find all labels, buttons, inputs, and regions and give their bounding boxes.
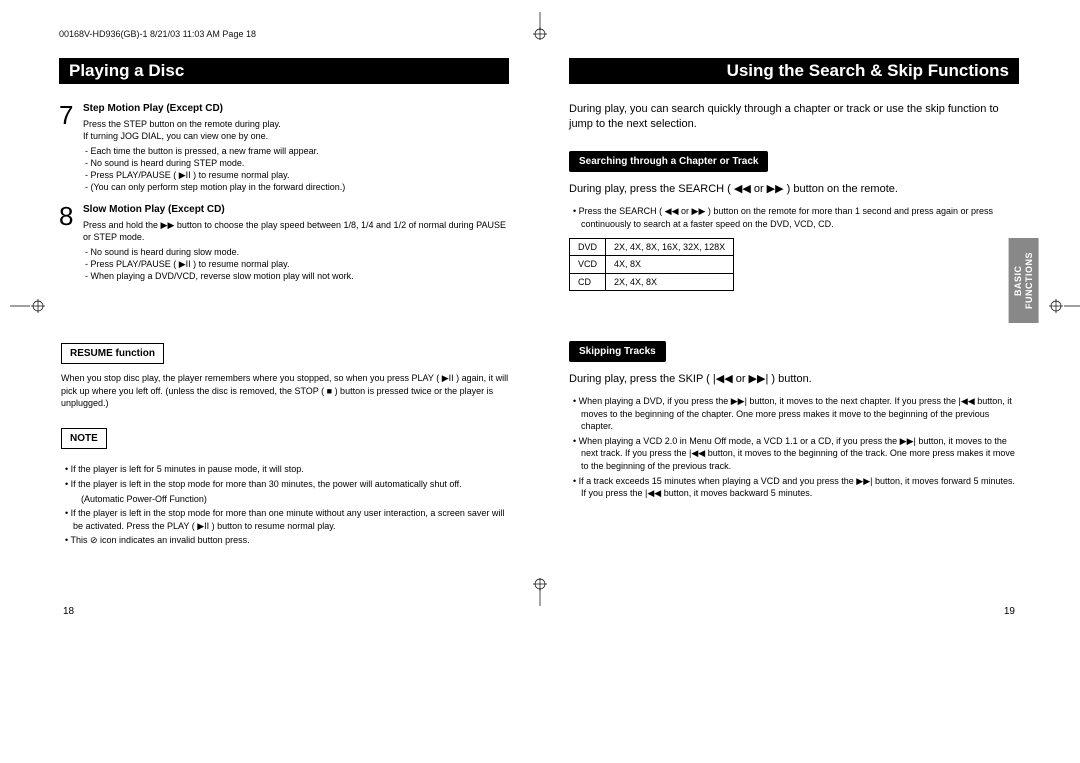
note-section: NOTE If the player is left for 5 minutes… (61, 428, 509, 547)
page-right: Using the Search & Skip Functions During… (569, 58, 1019, 558)
step-8-bullet: Press PLAY/PAUSE ( ▶II ) to resume norma… (83, 258, 509, 270)
skip-label: Skipping Tracks (569, 341, 666, 363)
step-8: 8 Slow Motion Play (Except CD) Press and… (59, 203, 509, 282)
step-8-title: Slow Motion Play (Except CD) (83, 203, 509, 217)
crop-mark-bottom (529, 578, 551, 611)
step-7-bullet: No sound is heard during STEP mode. (83, 157, 509, 169)
note-item: If the player is left in the stop mode f… (61, 478, 509, 491)
step-7-line1: Press the STEP button on the remote duri… (83, 118, 509, 130)
page-number-right: 19 (1004, 605, 1015, 619)
skip-instruction: During play, press the SKIP ( |◀◀ or ▶▶|… (569, 372, 1019, 387)
resume-body: When you stop disc play, the player reme… (61, 372, 509, 410)
table-row: VCD 4X, 8X (570, 256, 734, 273)
resume-section: RESUME function When you stop disc play,… (61, 343, 509, 410)
intro-text: During play, you can search quickly thro… (569, 102, 1019, 133)
search-section: Searching through a Chapter or Track Dur… (569, 151, 1019, 291)
left-page-title: Playing a Disc (59, 58, 509, 84)
resume-label: RESUME function (61, 343, 164, 365)
note-item-sub: (Automatic Power-Off Function) (61, 493, 509, 506)
step-8-line1: Press and hold the ▶▶ button to choose t… (83, 219, 509, 243)
table-row: DVD 2X, 4X, 8X, 16X, 32X, 128X (570, 239, 734, 256)
page-left: Playing a Disc 7 Step Motion Play (Excep… (59, 58, 509, 558)
skip-note: When playing a VCD 2.0 in Menu Off mode,… (569, 435, 1019, 473)
step-8-bullet: No sound is heard during slow mode. (83, 246, 509, 258)
note-item: This ⊘ icon indicates an invalid button … (61, 534, 509, 547)
note-item: If the player is left in the stop mode f… (61, 507, 509, 532)
step-7: 7 Step Motion Play (Except CD) Press the… (59, 102, 509, 193)
page-spread: Playing a Disc 7 Step Motion Play (Excep… (59, 58, 1019, 558)
note-item: If the player is left for 5 minutes in p… (61, 463, 509, 476)
side-tab: BASIC FUNCTIONS (1009, 238, 1039, 323)
step-7-bullet: Each time the button is pressed, a new f… (83, 145, 509, 157)
cell-dvd-label: DVD (570, 239, 606, 256)
speed-table: DVD 2X, 4X, 8X, 16X, 32X, 128X VCD 4X, 8… (569, 238, 734, 290)
print-header: 00168V-HD936(GB)-1 8/21/03 11:03 AM Page… (59, 29, 256, 39)
skip-note: If a track exceeds 15 minutes when playi… (569, 475, 1019, 500)
step-7-title: Step Motion Play (Except CD) (83, 102, 509, 116)
skip-section: Skipping Tracks During play, press the S… (569, 341, 1019, 500)
side-tab-line1: BASIC (1013, 265, 1023, 296)
step-8-bullet: When playing a DVD/VCD, reverse slow mot… (83, 270, 509, 282)
cell-cd-label: CD (570, 273, 606, 290)
cell-vcd-label: VCD (570, 256, 606, 273)
side-tab-line2: FUNCTIONS (1024, 252, 1034, 309)
step-8-number: 8 (59, 203, 83, 282)
cell-dvd-speeds: 2X, 4X, 8X, 16X, 32X, 128X (606, 239, 734, 256)
step-7-number: 7 (59, 102, 83, 193)
search-instruction: During play, press the SEARCH ( ◀◀ or ▶▶… (569, 182, 1019, 197)
right-page-title: Using the Search & Skip Functions (569, 58, 1019, 84)
cell-cd-speeds: 2X, 4X, 8X (606, 273, 734, 290)
table-row: CD 2X, 4X, 8X (570, 273, 734, 290)
skip-note: When playing a DVD, if you press the ▶▶|… (569, 395, 1019, 433)
step-7-bullet: (You can only perform step motion play i… (83, 181, 509, 193)
note-label: NOTE (61, 428, 107, 450)
crop-mark-top (529, 12, 551, 45)
cell-vcd-speeds: 4X, 8X (606, 256, 734, 273)
search-label: Searching through a Chapter or Track (569, 151, 768, 173)
step-7-bullet: Press PLAY/PAUSE ( ▶II ) to resume norma… (83, 169, 509, 181)
crop-mark-right (1048, 295, 1080, 322)
step-7-line2: If turning JOG DIAL, you can view one by… (83, 130, 509, 142)
search-note: Press the SEARCH ( ◀◀ or ▶▶ ) button on … (569, 205, 1019, 230)
crop-mark-left (10, 295, 46, 322)
page-number-left: 18 (63, 605, 74, 619)
